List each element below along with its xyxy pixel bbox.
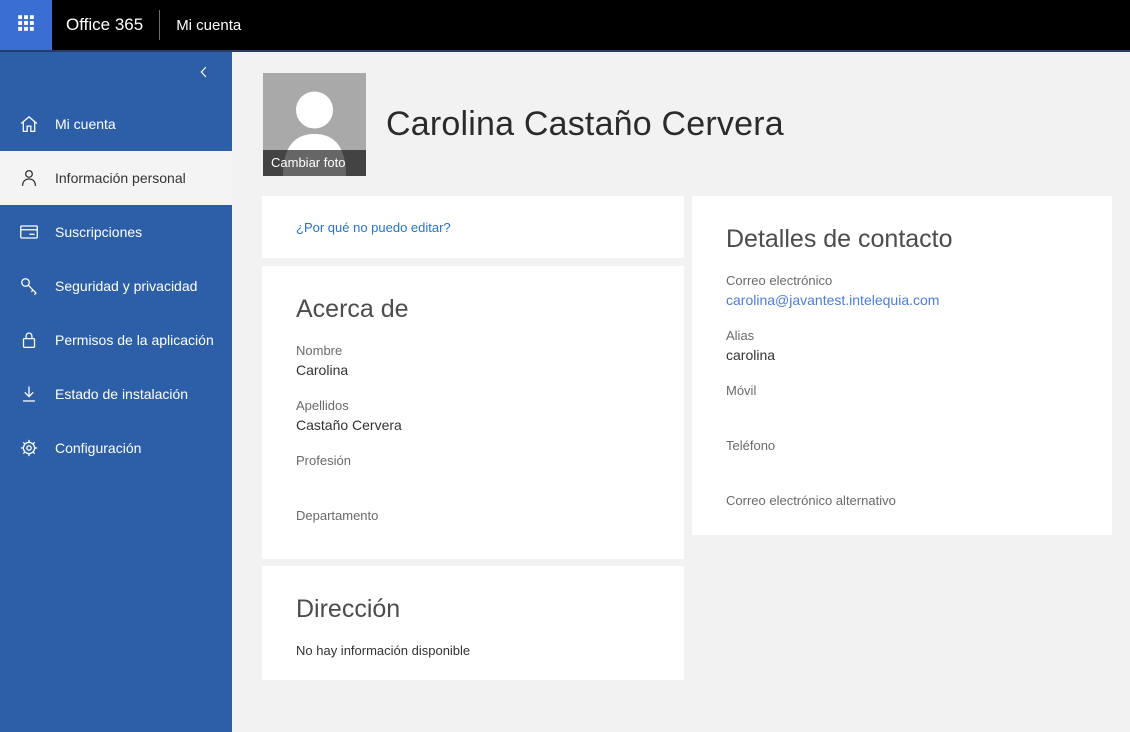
field-correo-alternativo: Correo electrónico alternativo — [726, 492, 1078, 530]
contact-card: Detalles de contacto Correo electrónico … — [692, 196, 1112, 535]
home-icon — [18, 113, 40, 135]
sidebar-item-estado-instalacion[interactable]: Estado de instalación — [0, 367, 232, 421]
email-link[interactable]: carolina@javantest.intelequia.com — [726, 290, 1078, 310]
address-card: Dirección No hay información disponible — [262, 566, 684, 680]
key-icon — [18, 275, 40, 297]
sidebar: Mi cuenta Información personal Suscripci… — [0, 52, 232, 732]
sidebar-item-configuracion[interactable]: Configuración — [0, 421, 232, 475]
address-card-title: Dirección — [296, 592, 650, 626]
app-launcher-button[interactable] — [0, 0, 52, 50]
gear-icon — [18, 437, 40, 459]
profile-photo-placeholder[interactable]: Cambiar foto — [263, 73, 366, 176]
sidebar-item-label: Información personal — [55, 170, 186, 186]
field-correo-electronico: Correo electrónico carolina@javantest.in… — [726, 272, 1078, 310]
about-card: Acerca de Nombre Carolina Apellidos Cast… — [262, 266, 684, 559]
sidebar-item-seguridad-privacidad[interactable]: Seguridad y privacidad — [0, 259, 232, 313]
profile-header: Cambiar foto Carolina Castaño Cervera — [263, 73, 1130, 176]
edit-help-card: ¿Por qué no puedo editar? — [262, 196, 684, 258]
credit-card-icon — [18, 221, 40, 243]
sidebar-item-label: Permisos de la aplicación — [55, 332, 214, 348]
sidebar-item-label: Seguridad y privacidad — [55, 278, 197, 294]
field-profesion: Profesión — [296, 452, 650, 490]
sidebar-item-mi-cuenta[interactable]: Mi cuenta — [0, 97, 232, 151]
topbar-divider — [159, 10, 160, 40]
field-movil: Móvil — [726, 382, 1078, 420]
download-icon — [18, 383, 40, 405]
address-empty-message: No hay información disponible — [296, 642, 650, 660]
chevron-left-icon — [195, 63, 213, 86]
main-content: Cambiar foto Carolina Castaño Cervera ¿P… — [232, 52, 1130, 732]
change-photo-button[interactable]: Cambiar foto — [263, 150, 366, 176]
topbar: Office 365 Mi cuenta — [0, 0, 1130, 52]
why-cant-edit-link[interactable]: ¿Por qué no puedo editar? — [296, 220, 451, 235]
sidebar-item-permisos-aplicacion[interactable]: Permisos de la aplicación — [0, 313, 232, 367]
about-card-title: Acerca de — [296, 292, 650, 326]
sidebar-item-label: Estado de instalación — [55, 386, 188, 402]
sidebar-item-informacion-personal[interactable]: Información personal — [0, 151, 232, 205]
collapse-sidebar-button[interactable] — [193, 64, 215, 86]
field-apellidos: Apellidos Castaño Cervera — [296, 397, 650, 435]
field-alias: Alias carolina — [726, 327, 1078, 365]
sidebar-item-label: Suscripciones — [55, 224, 142, 240]
topbar-section-title: Mi cuenta — [176, 0, 241, 50]
page-title-user-name: Carolina Castaño Cervera — [386, 105, 784, 144]
field-nombre: Nombre Carolina — [296, 342, 650, 380]
sidebar-item-suscripciones[interactable]: Suscripciones — [0, 205, 232, 259]
field-telefono: Teléfono — [726, 437, 1078, 475]
sidebar-item-label: Mi cuenta — [55, 116, 116, 132]
sidebar-item-label: Configuración — [55, 440, 141, 456]
waffle-icon — [15, 12, 37, 39]
contact-card-title: Detalles de contacto — [726, 222, 1078, 256]
person-icon — [18, 167, 40, 189]
lock-icon — [18, 329, 40, 351]
office365-brand-link[interactable]: Office 365 — [66, 0, 143, 50]
sidebar-collapse-row — [0, 52, 232, 97]
field-departamento: Departamento — [296, 507, 650, 545]
